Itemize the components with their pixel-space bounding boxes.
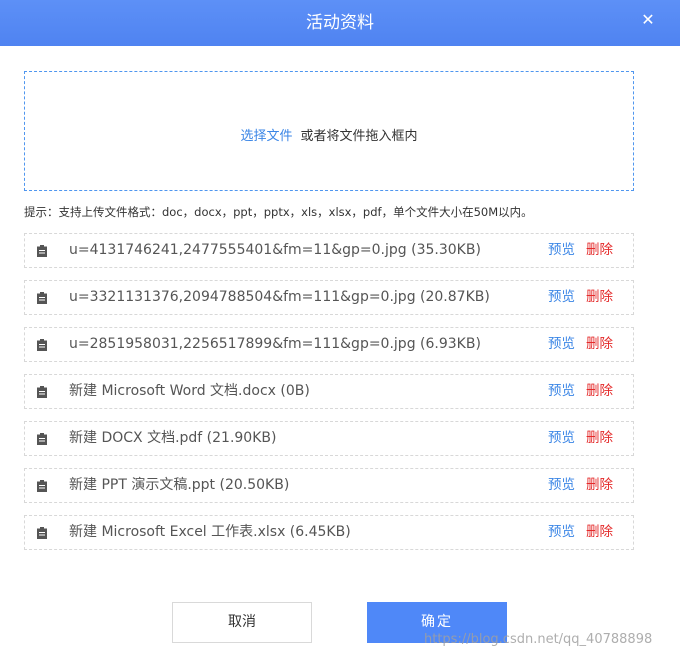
preview-link[interactable]: 预览 <box>548 234 575 267</box>
delete-link[interactable]: 删除 <box>586 516 613 549</box>
delete-link[interactable]: 删除 <box>586 281 613 314</box>
close-icon[interactable]: ✕ <box>638 10 658 30</box>
clipboard-icon <box>37 245 47 257</box>
upload-prompt: 选择文件 或者将文件拖入框内 <box>25 125 633 144</box>
file-item: 新建 Microsoft Word 文档.docx (0B) 预览 删除 <box>24 374 634 409</box>
file-item: 新建 PPT 演示文稿.ppt (20.50KB) 预览 删除 <box>24 468 634 503</box>
dialog-title: 活动资料 <box>306 13 374 33</box>
delete-link[interactable]: 删除 <box>586 422 613 455</box>
file-name: 新建 Microsoft Excel 工作表.xlsx (6.45KB) <box>69 524 351 540</box>
delete-link[interactable]: 删除 <box>586 375 613 408</box>
file-item: u=4131746241,2477555401&fm=11&gp=0.jpg (… <box>24 233 634 268</box>
delete-link[interactable]: 删除 <box>586 234 613 267</box>
clipboard-icon <box>37 480 47 492</box>
file-name: 新建 PPT 演示文稿.ppt (20.50KB) <box>69 477 290 493</box>
upload-dropzone[interactable]: 选择文件 或者将文件拖入框内 <box>24 71 634 191</box>
cancel-button[interactable]: 取消 <box>172 602 312 643</box>
preview-link[interactable]: 预览 <box>548 281 575 314</box>
file-name: 新建 Microsoft Word 文档.docx (0B) <box>69 383 310 399</box>
clipboard-icon <box>37 339 47 351</box>
watermark: https://blog.csdn.net/qq_40788898 <box>424 632 653 647</box>
clipboard-icon <box>37 433 47 445</box>
drag-hint-text: 或者将文件拖入框内 <box>300 129 418 144</box>
clipboard-icon <box>37 292 47 304</box>
file-name: u=2851958031,2256517899&fm=111&gp=0.jpg … <box>69 336 481 352</box>
file-item: 新建 Microsoft Excel 工作表.xlsx (6.45KB) 预览 … <box>24 515 634 550</box>
clipboard-icon <box>37 386 47 398</box>
file-list: u=4131746241,2477555401&fm=11&gp=0.jpg (… <box>24 233 634 562</box>
file-item: 新建 DOCX 文档.pdf (21.90KB) 预览 删除 <box>24 421 634 456</box>
file-name: u=4131746241,2477555401&fm=11&gp=0.jpg (… <box>69 242 481 258</box>
preview-link[interactable]: 预览 <box>548 516 575 549</box>
format-hint: 提示：支持上传文件格式：doc，docx，ppt，pptx，xls，xlsx，p… <box>24 205 533 219</box>
file-name: 新建 DOCX 文档.pdf (21.90KB) <box>69 430 277 446</box>
preview-link[interactable]: 预览 <box>548 422 575 455</box>
file-item: u=3321131376,2094788504&fm=111&gp=0.jpg … <box>24 280 634 315</box>
preview-link[interactable]: 预览 <box>548 328 575 361</box>
file-name: u=3321131376,2094788504&fm=111&gp=0.jpg … <box>69 289 490 305</box>
clipboard-icon <box>37 527 47 539</box>
preview-link[interactable]: 预览 <box>548 375 575 408</box>
delete-link[interactable]: 删除 <box>586 469 613 502</box>
upload-dialog: 活动资料 ✕ 选择文件 或者将文件拖入框内 提示：支持上传文件格式：doc，doc… <box>0 0 680 660</box>
file-item: u=2851958031,2256517899&fm=111&gp=0.jpg … <box>24 327 634 362</box>
select-file-link[interactable]: 选择文件 <box>240 129 292 144</box>
preview-link[interactable]: 预览 <box>548 469 575 502</box>
delete-link[interactable]: 删除 <box>586 328 613 361</box>
